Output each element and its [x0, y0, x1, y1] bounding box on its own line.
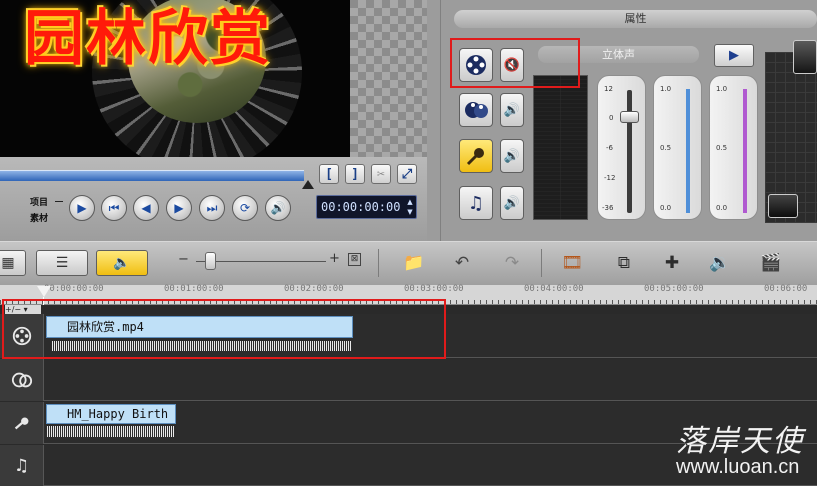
ruler-label: 00:03:00:00 — [404, 284, 464, 294]
overlay-track-row[interactable] — [0, 359, 817, 401]
highlight-box — [2, 299, 446, 359]
highlight-box — [450, 38, 580, 88]
speaker-icon[interactable]: 🔊 — [500, 93, 524, 127]
volume-icon[interactable]: 🔊 — [265, 195, 291, 221]
toolbar-separator — [541, 249, 542, 277]
volume-slider-knob[interactable] — [620, 111, 639, 123]
ruler-label: 00:04:00:00 — [524, 284, 584, 294]
scale-label: 1.0 — [716, 85, 728, 93]
preview-play-icon[interactable]: ▶ — [714, 44, 754, 67]
zoom-knob[interactable] — [205, 252, 216, 270]
ruler-label: 00:01:00:00 — [164, 284, 224, 294]
scale-label: 12 — [604, 85, 613, 93]
fit-project-icon[interactable]: ⊠ — [348, 253, 361, 266]
overlay-track-head-icon[interactable] — [0, 359, 44, 401]
chapter-point-icon[interactable]: 🎬 — [756, 248, 786, 278]
redo-icon[interactable]: ↷ — [497, 248, 527, 278]
scale-label: 0.0 — [716, 204, 728, 212]
mark-out-button[interactable]: ] — [345, 164, 365, 184]
scale-label: 0.5 — [660, 144, 672, 152]
volume-slider-track[interactable] — [627, 90, 632, 213]
voice-clip-waveform — [47, 426, 175, 437]
zoom-out-icon[interactable]: − — [178, 252, 189, 267]
playhead[interactable] — [37, 286, 51, 297]
storyboard-view-icon[interactable]: ▦ — [0, 250, 26, 276]
scrub-handle[interactable] — [302, 180, 314, 189]
undo-icon[interactable]: ↶ — [447, 248, 477, 278]
batch-convert-icon[interactable]: ⧉ — [609, 248, 639, 278]
transparency-checker — [350, 0, 427, 157]
prev-frame-icon[interactable]: ◀ — [133, 195, 159, 221]
timecode-display[interactable]: 00:00:00:00 — [316, 195, 417, 219]
volume-slider-card — [597, 75, 646, 220]
video-preview: 园林欣赏 — [0, 0, 350, 157]
ruler-label: 00:02:00:00 — [284, 284, 344, 294]
smart-proxy-icon[interactable]: 🎞 — [557, 248, 587, 278]
voice-clip[interactable]: HM_Happy Birth — [46, 404, 176, 424]
toolbar-separator — [378, 249, 379, 277]
right-channel-bar — [743, 89, 747, 213]
speaker-bottom-icon[interactable] — [768, 194, 798, 218]
overlay-track-icon[interactable] — [459, 93, 493, 127]
left-channel-bar — [686, 89, 690, 213]
cut-icon[interactable]: ✂ — [371, 164, 391, 184]
speaker-icon[interactable]: 🔊 — [500, 186, 524, 220]
next-frame-icon[interactable]: ▶ — [166, 195, 192, 221]
level-meter — [533, 75, 588, 220]
timeline-view-icon[interactable]: ☰ — [36, 250, 88, 276]
mark-in-button[interactable]: [ — [319, 164, 339, 184]
scale-label: 0 — [609, 114, 614, 122]
voice-track-icon[interactable] — [459, 139, 493, 173]
scale-label: -12 — [604, 174, 616, 182]
video-title-text: 园林欣赏 — [24, 6, 272, 72]
voice-track-head-icon[interactable] — [0, 402, 44, 444]
project-label[interactable]: 项目 — [30, 195, 48, 208]
speaker-icon[interactable]: 🔊 — [500, 139, 524, 173]
scale-label: -36 — [602, 204, 614, 212]
repeat-icon[interactable]: ⟳ — [232, 195, 258, 221]
mode-connector — [55, 201, 63, 202]
scrub-bar[interactable] — [0, 170, 304, 181]
music-track-icon[interactable]: ♫ — [459, 186, 493, 220]
watermark-url: www.luoan.cn — [676, 456, 800, 478]
ruler-label: 00:06:00 — [764, 284, 808, 294]
ruler-label: 00:00:00:00 — [44, 284, 104, 294]
play-icon[interactable]: ▶ — [69, 195, 95, 221]
audio-view-icon[interactable]: 🔈 — [96, 250, 148, 276]
scale-label: -6 — [606, 144, 613, 152]
scale-label: 1.0 — [660, 85, 672, 93]
surround-mixer-icon[interactable]: 🔉 — [705, 248, 735, 278]
speaker-top-icon[interactable] — [793, 40, 817, 74]
scale-label: 0.5 — [716, 144, 728, 152]
zoom-in-icon[interactable]: + — [329, 251, 340, 266]
skip-start-icon[interactable]: ⏮ — [101, 195, 127, 221]
music-track-head-icon[interactable]: ♫ — [0, 445, 44, 486]
ruler-label: 00:05:00:00 — [644, 284, 704, 294]
preview-panel: 园林欣赏 — [0, 0, 427, 170]
panel-divider — [440, 0, 441, 241]
properties-header: 属性 — [454, 10, 817, 28]
add-track-icon[interactable]: ✚ — [657, 248, 687, 278]
timecode-spinner[interactable]: ▲ ▼ — [404, 197, 416, 217]
insert-media-icon[interactable]: 📁 — [399, 248, 429, 278]
skip-end-icon[interactable]: ⏭ — [199, 195, 225, 221]
clip-label[interactable]: 素材 — [30, 211, 48, 224]
expand-icon[interactable]: ⤢ — [397, 164, 417, 184]
watermark-brand: 落岸天使 — [676, 424, 804, 459]
scale-label: 0.0 — [660, 204, 672, 212]
